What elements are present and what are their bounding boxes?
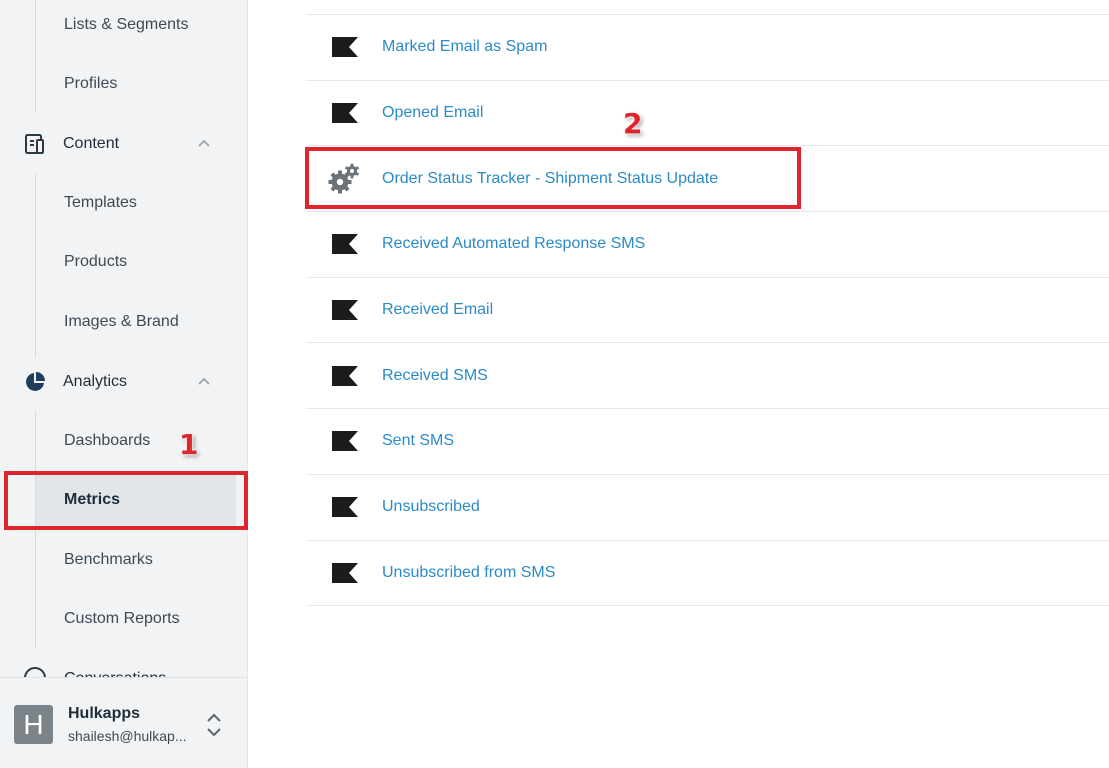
sidebar: Lists & Segments Profiles Content Templa… — [0, 0, 248, 768]
flag-icon — [330, 558, 360, 588]
annotation-step-2: 2 — [623, 107, 643, 140]
metric-list: Marked Email as Spam Opened Email Order St… — [306, 14, 1109, 607]
sidebar-section-content[interactable]: Content — [24, 132, 220, 156]
flag-icon — [330, 295, 360, 325]
metric-row: Unsubscribed — [306, 475, 1109, 541]
metric-row: Marked Email as Spam — [306, 15, 1109, 81]
account-switcher[interactable]: H Hulkapps shailesh@hulkap... — [0, 677, 247, 768]
pie-chart-icon — [24, 371, 46, 393]
sidebar-item-images-brand[interactable]: Images & Brand — [64, 311, 179, 333]
metric-link[interactable]: Unsubscribed — [382, 498, 480, 516]
flag-icon — [330, 32, 360, 62]
avatar: H — [14, 705, 53, 744]
metric-row: Sent SMS — [306, 409, 1109, 475]
metric-link[interactable]: Received Automated Response SMS — [382, 235, 645, 253]
metric-link[interactable]: Opened Email — [382, 104, 483, 122]
metric-row: Opened Email — [306, 81, 1109, 147]
sidebar-item-benchmarks[interactable]: Benchmarks — [64, 549, 153, 571]
flag-icon — [330, 98, 360, 128]
flag-icon — [330, 426, 360, 456]
sidebar-item-products[interactable]: Products — [64, 251, 127, 273]
sidebar-item-dashboards[interactable]: Dashboards — [64, 430, 150, 452]
metric-link[interactable]: Received Email — [382, 301, 493, 319]
sidebar-section-label: Content — [63, 135, 120, 152]
tree-line-analytics — [35, 411, 36, 649]
metric-row: Received SMS — [306, 343, 1109, 410]
metric-row: Unsubscribed from SMS — [306, 541, 1109, 607]
metric-link[interactable]: Sent SMS — [382, 432, 454, 450]
annotation-step-1: 1 — [179, 428, 199, 461]
account-name: Hulkapps — [68, 705, 141, 722]
tree-line-content — [35, 173, 36, 358]
sidebar-item-custom-reports[interactable]: Custom Reports — [64, 608, 180, 630]
chevron-up-down-icon[interactable] — [204, 711, 224, 739]
sidebar-item-lists-segments[interactable]: Lists & Segments — [64, 14, 189, 36]
annotation-highlight-order-status — [305, 147, 801, 209]
account-email: shailesh@hulkap... — [68, 728, 187, 744]
sidebar-item-templates[interactable]: Templates — [64, 192, 137, 214]
annotation-highlight-metrics — [4, 471, 248, 530]
sidebar-section-label: Analytics — [63, 373, 128, 390]
tree-line-audience — [35, 0, 36, 112]
flag-icon — [330, 229, 360, 259]
metric-link[interactable]: Unsubscribed from SMS — [382, 564, 555, 582]
metric-link[interactable]: Marked Email as Spam — [382, 38, 547, 56]
sidebar-section-conversations[interactable]: Conversations — [24, 662, 224, 678]
flag-icon — [330, 361, 360, 391]
chevron-up-icon[interactable] — [196, 374, 212, 390]
sidebar-item-profiles[interactable]: Profiles — [64, 73, 117, 95]
metric-row: Received Automated Response SMS — [306, 212, 1109, 278]
document-icon — [24, 133, 46, 155]
metric-link[interactable]: Received SMS — [382, 367, 488, 385]
flag-icon — [330, 492, 360, 522]
metric-row: Received Email — [306, 278, 1109, 344]
chevron-up-icon[interactable] — [196, 136, 212, 152]
sidebar-section-analytics[interactable]: Analytics — [24, 370, 220, 394]
